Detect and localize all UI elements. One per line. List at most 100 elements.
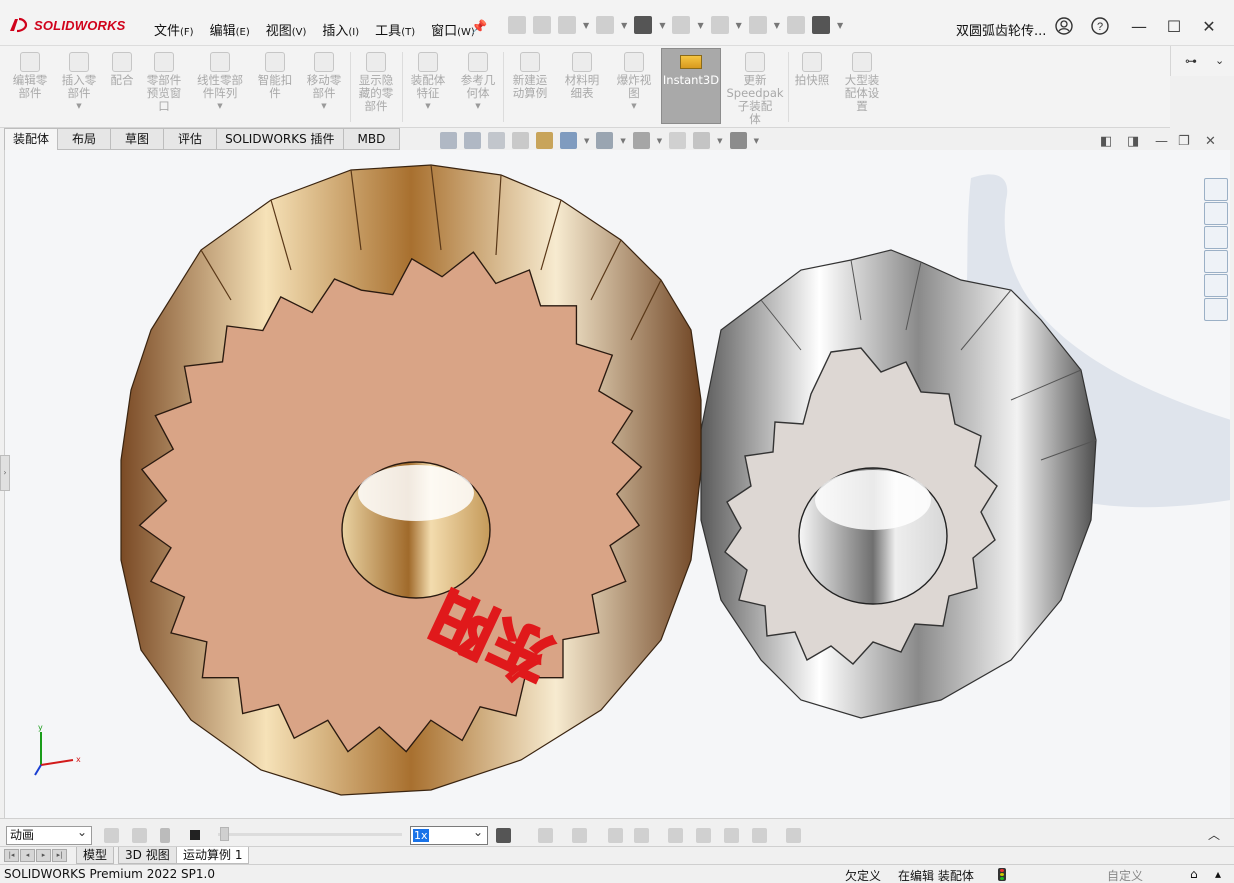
tile-right-icon[interactable]: ◨ [1127,134,1139,149]
insert-component-button[interactable]: 插入零 部件 ▼ [58,52,100,113]
edit-component-button[interactable]: 编辑零 部件 [10,52,50,100]
close-button[interactable]: ✕ [1197,14,1221,38]
study-type-select[interactable]: 动画 [6,824,92,845]
motor-icon[interactable] [668,828,683,843]
animation-wizard-icon[interactable] [572,828,587,843]
pin-icon[interactable]: 📌 [471,20,487,35]
view-orientation-icon[interactable] [560,132,577,149]
slider-thumb[interactable] [220,827,229,841]
menu-tools[interactable]: 工具(T) [367,20,423,39]
rebuild-status-icon[interactable] [998,868,1006,881]
help-icon[interactable]: ? [1088,14,1112,38]
chevron-down-icon[interactable]: ▼ [583,21,589,30]
study-properties-icon[interactable] [786,828,801,843]
reference-geometry-button[interactable]: 参考几 何体 ▼ [456,52,500,113]
contact-icon[interactable] [724,828,739,843]
chevron-down-icon[interactable]: ▼ [754,137,759,145]
playback-slider[interactable] [218,827,402,841]
rebuild-icon[interactable] [786,16,805,34]
playback-mode-icon[interactable] [496,828,511,843]
calculate-icon[interactable] [104,828,119,843]
view-settings-icon[interactable] [729,132,747,149]
chevron-down-icon[interactable]: ▼ [657,137,662,145]
chevron-down-icon[interactable]: ▼ [717,137,722,145]
chevron-up-icon[interactable]: ︿ [1208,826,1220,843]
design-library-icon[interactable] [1204,202,1228,225]
gravity-icon[interactable] [752,828,767,843]
tab-evaluate[interactable]: 评估 [164,128,218,150]
large-assembly-settings-button[interactable]: 大型装 配体设 置 [838,52,886,113]
chevron-down-icon[interactable]: ▼ [659,21,665,30]
custom-properties-icon[interactable] [1204,298,1228,321]
play-from-start-icon[interactable] [132,828,147,843]
redo-icon[interactable] [710,16,729,34]
chevron-down-icon[interactable]: ▼ [736,21,742,30]
home-icon[interactable] [508,16,526,34]
options-icon[interactable] [811,16,830,34]
move-component-button[interactable]: 移动零 部件 ▼ [302,52,346,113]
add-key-icon[interactable] [634,828,649,843]
bill-of-materials-button[interactable]: 材料明 细表 [560,52,604,100]
tab-solidworks-addins[interactable]: SOLIDWORKS 插件 [217,128,344,150]
tab-layout[interactable]: 布局 [58,128,112,150]
next-tab-icon[interactable]: ▸ [36,849,51,862]
chevron-down-icon[interactable]: ▼ [620,137,625,145]
select-icon[interactable] [748,16,767,34]
gear-assembly-view[interactable]: 东阳 y x [5,150,1230,818]
tab-assembly[interactable]: 装配体 [4,128,59,150]
expand-icon[interactable]: ▴ [1215,867,1221,881]
tab-mbd[interactable]: MBD [343,128,401,150]
mate-button[interactable]: 配合 [106,52,138,87]
chevron-down-icon[interactable]: ▼ [621,21,627,30]
graphics-area[interactable]: 东阳 y x [4,150,1230,818]
take-snapshot-button[interactable]: 拍快照 [792,52,832,87]
section-view-icon[interactable] [512,132,529,149]
zoom-to-fit-icon[interactable] [440,132,457,149]
play-icon[interactable] [160,828,170,843]
assembly-features-button[interactable]: 装配体 特征 ▼ [406,52,450,113]
custom-units[interactable]: 自定义 [1107,867,1143,883]
save-animation-icon[interactable] [538,828,553,843]
edit-appearance-icon[interactable] [669,132,687,149]
apply-scene-icon[interactable] [693,132,711,149]
chevron-down-icon[interactable]: ▼ [697,21,703,30]
menu-insert[interactable]: 插入(I) [314,20,367,39]
spring-icon[interactable] [696,828,711,843]
playback-speed-select[interactable]: 1x [410,824,488,845]
display-style-icon[interactable] [596,132,614,149]
chevron-down-icon[interactable]: ▼ [837,21,843,30]
key-icon[interactable]: ⊶ [1185,54,1197,68]
chevron-down-icon[interactable]: ⌄ [1215,54,1224,67]
solidworks-resources-icon[interactable] [1204,178,1228,201]
update-speedpak-button[interactable]: 更新 Speedpak 子装配 体 [726,52,784,126]
new-motion-study-button[interactable]: 新建运 动算例 [507,52,553,100]
tab-3d-view[interactable]: 3D 视图 [118,847,177,864]
component-preview-button[interactable]: 零部件 预览窗 口 [142,52,186,113]
menu-view[interactable]: 视图(V) [258,20,315,39]
undo-icon[interactable] [672,16,691,34]
first-tab-icon[interactable]: |◂ [4,849,19,862]
viewport-close-button[interactable]: ✕ [1205,134,1216,149]
show-hidden-components-button[interactable]: 显示隐 藏的零 部件 [354,52,398,113]
minimize-button[interactable]: — [1127,14,1151,38]
viewport-restore-button[interactable]: ❐ [1178,134,1190,149]
save-icon[interactable] [596,16,615,34]
open-icon[interactable] [558,16,576,34]
hide-show-items-icon[interactable] [632,132,650,149]
tile-left-icon[interactable]: ◧ [1100,134,1112,149]
feature-manager-toggle[interactable]: › [0,455,10,491]
last-tab-icon[interactable]: ▸| [52,849,67,862]
solidworks-logo[interactable]: SOLIDWORKS [8,17,126,33]
tab-motion-study-1[interactable]: 运动算例 1 [176,847,250,864]
viewport-minimize-button[interactable]: — [1155,134,1168,149]
menu-edit[interactable]: 编辑(E) [202,20,258,39]
tab-model[interactable]: 模型 [76,847,115,864]
tab-sketch[interactable]: 草图 [111,128,165,150]
prev-tab-icon[interactable]: ◂ [20,849,35,862]
print-icon[interactable] [634,16,653,34]
new-icon[interactable] [533,16,551,34]
tags-icon[interactable]: ⌂ [1190,867,1198,881]
exploded-view-button[interactable]: 爆炸视 图 ▼ [612,52,656,113]
chevron-down-icon[interactable]: ▼ [584,137,589,145]
smart-fasteners-button[interactable]: 智能扣 件 [253,52,297,100]
